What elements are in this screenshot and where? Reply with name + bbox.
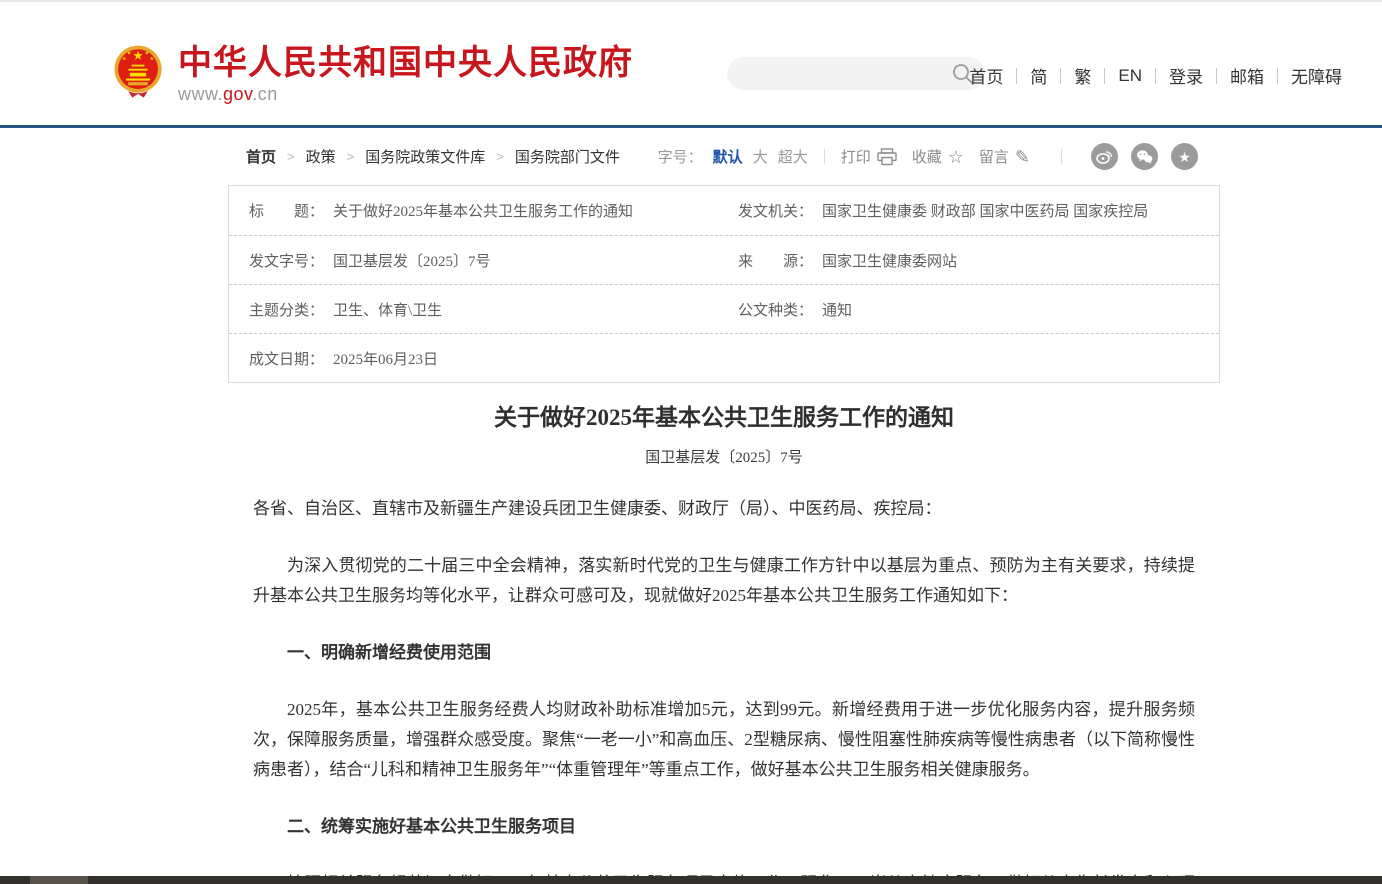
search-input[interactable] (727, 57, 951, 90)
meta-value-date: 2025年06月23日 (333, 348, 438, 369)
site-url-cn: .cn (252, 84, 278, 104)
nav-divider (1155, 68, 1156, 84)
toolbar-tools: 字号： 默认 大 超大 打印 收藏 ☆ 留言 ✎ (658, 143, 1198, 170)
nav-divider (1216, 68, 1217, 84)
nav-item-english[interactable]: EN (1118, 66, 1142, 86)
document-paragraph: 为深入贯彻党的二十届三中全会精神，落实新时代党的卫生与健康工作方针中以基层为重点… (253, 551, 1195, 611)
share-weibo-button[interactable] (1091, 143, 1118, 170)
site-url[interactable]: www.gov.cn (178, 84, 633, 105)
top-nav: 首页 简 繁 EN 登录 邮箱 无障碍 (969, 63, 1342, 88)
meta-value-doc-type: 通知 (822, 299, 852, 320)
meta-label-title: 标 题： (249, 200, 324, 221)
meta-value-source: 国家卫生健康委网站 (822, 250, 957, 271)
star-icon: ☆ (948, 148, 964, 166)
meta-label-doc-number: 发文字号： (249, 250, 324, 271)
section-heading-2: 二、统筹实施好基本公共卫生服务项目 (253, 812, 1195, 842)
site-header: 中华人民共和国中央人民政府 www.gov.cn 首页 简 繁 EN 登录 邮箱… (0, 2, 1382, 128)
footer-strip-accent (30, 876, 88, 884)
nav-item-simplified[interactable]: 简 (1030, 63, 1047, 88)
weibo-icon (1096, 149, 1113, 164)
meta-value-category: 卫生、体育\卫生 (333, 299, 442, 320)
site-url-gov: gov (223, 84, 252, 104)
comment-label: 留言 (979, 146, 1009, 167)
breadcrumb-policy-library[interactable]: 国务院政策文件库 (365, 146, 485, 167)
share-wechat-button[interactable] (1131, 143, 1158, 170)
nav-item-login[interactable]: 登录 (1169, 63, 1203, 88)
meta-row-category: 主题分类： 卫生、体育\卫生 公文种类： 通知 (229, 284, 1219, 333)
printer-icon (877, 148, 897, 166)
font-size-xlarge-button[interactable]: 超大 (778, 146, 808, 167)
meta-value-title: 关于做好2025年基本公共卫生服务工作的通知 (333, 200, 633, 221)
meta-label-doc-type: 公文种类： (738, 299, 813, 320)
font-size-default-button[interactable]: 默认 (713, 146, 743, 167)
nav-item-traditional[interactable]: 繁 (1074, 63, 1091, 88)
breadcrumb-separator: > (496, 149, 504, 164)
site-url-www: www. (178, 84, 223, 104)
document-title: 关于做好2025年基本公共卫生服务工作的通知 (253, 402, 1195, 434)
favorite-button[interactable]: 收藏 ☆ (912, 146, 964, 167)
meta-row-doc-number: 发文字号： 国卫基层发〔2025〕7号 来 源： 国家卫生健康委网站 (229, 235, 1219, 284)
national-emblem-logo[interactable] (112, 44, 164, 104)
document-paragraph: 2025年，基本公共卫生服务经费人均财政补助标准增加5元，达到99元。新增经费用… (253, 695, 1195, 785)
meta-label-issuing-agency: 发文机关： (738, 200, 813, 221)
meta-label-date: 成文日期： (249, 348, 324, 369)
nav-divider (1016, 68, 1017, 84)
meta-label-source: 来 源： (738, 250, 813, 271)
nav-divider (1104, 68, 1105, 84)
meta-row-title: 标 题： 关于做好2025年基本公共卫生服务工作的通知 发文机关： 国家卫生健康… (229, 186, 1219, 235)
nav-item-home[interactable]: 首页 (969, 63, 1003, 88)
pencil-icon: ✎ (1015, 148, 1030, 166)
footer-strip (0, 876, 1382, 884)
share-qzone-button[interactable]: ★ (1171, 143, 1198, 170)
breadcrumb-separator: > (287, 149, 295, 164)
wechat-icon (1136, 149, 1153, 164)
search-box[interactable] (727, 57, 985, 90)
breadcrumb-home[interactable]: 首页 (246, 146, 276, 167)
breadcrumb-policy[interactable]: 政策 (306, 146, 336, 167)
document-meta-table: 标 题： 关于做好2025年基本公共卫生服务工作的通知 发文机关： 国家卫生健康… (228, 185, 1220, 383)
breadcrumb-department-documents[interactable]: 国务院部门文件 (515, 146, 620, 167)
section-heading-1: 一、明确新增经费使用范围 (253, 638, 1195, 668)
font-size-large-button[interactable]: 大 (753, 146, 768, 167)
toolbar-row: 首页 > 政策 > 国务院政策文件库 > 国务院部门文件 字号： 默认 大 超大… (228, 128, 1220, 185)
favorite-label: 收藏 (912, 146, 942, 167)
meta-row-date: 成文日期： 2025年06月23日 (229, 333, 1219, 382)
meta-label-category: 主题分类： (249, 299, 324, 320)
toolbar-divider (824, 149, 825, 164)
nav-divider (1277, 68, 1278, 84)
document-article: 关于做好2025年基本公共卫生服务工作的通知 国卫基层发〔2025〕7号 各省、… (228, 402, 1220, 884)
site-title[interactable]: 中华人民共和国中央人民政府 (178, 44, 633, 82)
document-number: 国卫基层发〔2025〕7号 (253, 446, 1195, 467)
meta-value-doc-number: 国卫基层发〔2025〕7号 (333, 250, 491, 271)
meta-value-issuing-agency: 国家卫生健康委 财政部 国家中医药局 国家疾控局 (822, 200, 1148, 221)
nav-item-mail[interactable]: 邮箱 (1230, 63, 1264, 88)
breadcrumb: 首页 > 政策 > 国务院政策文件库 > 国务院部门文件 (246, 146, 620, 167)
main-content: 首页 > 政策 > 国务院政策文件库 > 国务院部门文件 字号： 默认 大 超大… (228, 128, 1220, 884)
font-size-label: 字号： (658, 146, 703, 167)
document-addressee: 各省、自治区、直辖市及新疆生产建设兵团卫生健康委、财政厅（局）、中医药局、疾控局… (253, 494, 1195, 524)
site-identity: 中华人民共和国中央人民政府 www.gov.cn (178, 44, 633, 105)
nav-divider (1060, 68, 1061, 84)
print-label: 打印 (841, 146, 871, 167)
breadcrumb-separator: > (347, 149, 355, 164)
print-button[interactable]: 打印 (841, 146, 897, 167)
nav-item-accessibility[interactable]: 无障碍 (1291, 63, 1342, 88)
comment-button[interactable]: 留言 ✎ (979, 146, 1030, 167)
toolbar-divider (1061, 149, 1062, 164)
qzone-star-icon: ★ (1178, 150, 1191, 164)
